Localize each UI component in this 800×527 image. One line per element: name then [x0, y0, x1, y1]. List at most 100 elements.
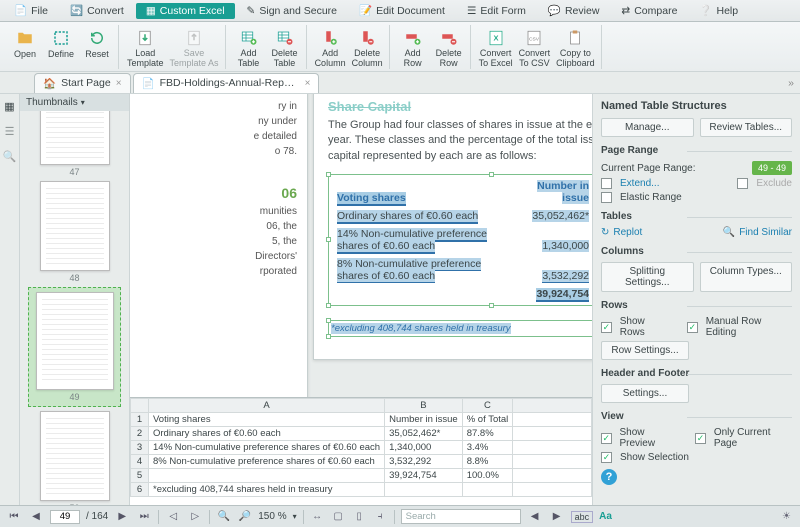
- thumbnails-tab-icon[interactable]: ▦: [4, 100, 14, 113]
- single-page-icon[interactable]: ▯: [352, 509, 367, 524]
- delete-column-icon: [356, 27, 378, 48]
- tab-start-page[interactable]: 🏠 Start Page ×: [34, 73, 131, 93]
- row-settings-button[interactable]: Row Settings...: [601, 341, 689, 360]
- help-button[interactable]: ?: [601, 469, 617, 485]
- nav-fwd-icon[interactable]: ▷: [187, 510, 203, 524]
- nav-prev-icon[interactable]: ◀: [28, 510, 44, 524]
- ribbon-delete-table[interactable]: Delete Table: [268, 25, 302, 69]
- menu-convert[interactable]: 🔄Convert: [60, 2, 134, 19]
- ribbon-open[interactable]: Open: [8, 25, 42, 69]
- match-case-toggle[interactable]: Aa: [599, 511, 612, 522]
- menu-compare[interactable]: ⇄Compare: [611, 3, 687, 19]
- menu-file[interactable]: 📄File: [4, 2, 58, 19]
- thumbnail-49[interactable]: 49: [28, 287, 121, 407]
- page-input[interactable]: [50, 510, 80, 524]
- clipboard-icon: [564, 27, 586, 48]
- sheet-col-c[interactable]: C: [462, 399, 513, 413]
- thumbnail-47[interactable]: 47: [32, 111, 117, 177]
- table-selection-footnote[interactable]: *excluding 408,744 shares held in treasu…: [328, 320, 592, 337]
- menu-custom-excel[interactable]: ▦Custom Excel: [136, 3, 235, 19]
- home-icon: 🏠: [43, 77, 56, 90]
- review-icon: 💬: [548, 4, 561, 17]
- ribbon-delete-row[interactable]: Delete Row: [432, 25, 466, 69]
- fit-page-icon[interactable]: ▢: [331, 509, 346, 524]
- continuous-icon[interactable]: ⫞: [373, 509, 388, 524]
- checkbox-manual-row[interactable]: ✓: [687, 322, 698, 333]
- delete-table-icon: [274, 27, 296, 48]
- add-column-icon: [319, 27, 341, 48]
- search-next-icon[interactable]: ▶: [549, 510, 565, 524]
- section-tables: Tables: [601, 211, 792, 222]
- table-selection-main[interactable]: Voting shares Number in issue % of Total…: [328, 174, 592, 306]
- fit-width-icon[interactable]: ↔: [310, 509, 325, 524]
- search-prev-icon[interactable]: ◀: [527, 510, 543, 524]
- link-find-similar[interactable]: 🔍 Find Similar: [723, 227, 792, 238]
- nav-first-icon[interactable]: ⏮: [6, 510, 22, 524]
- sheet-corner[interactable]: [131, 399, 149, 413]
- checkbox-exclude[interactable]: [737, 178, 748, 189]
- checkbox-show-selection[interactable]: ✓: [601, 452, 612, 463]
- checkbox-elastic[interactable]: [601, 192, 612, 203]
- column-types-button[interactable]: Column Types...: [700, 262, 793, 292]
- close-icon[interactable]: ×: [116, 78, 122, 89]
- splitting-settings-button[interactable]: Splitting Settings...: [601, 262, 694, 292]
- ribbon-convert-csv[interactable]: CSVConvert To CSV: [517, 25, 553, 69]
- search-tab-icon[interactable]: 🔍: [3, 150, 17, 163]
- menu-review[interactable]: 💬Review: [538, 2, 610, 19]
- ribbon-define[interactable]: Define: [44, 25, 78, 69]
- sheet-col-empty[interactable]: [513, 399, 592, 413]
- thumbnail-48[interactable]: 48: [32, 181, 117, 283]
- checkbox-extend[interactable]: [601, 178, 612, 189]
- ribbon-reset[interactable]: Reset: [80, 25, 114, 69]
- close-icon[interactable]: ×: [305, 78, 311, 89]
- zoom-out-icon[interactable]: 🔍: [216, 509, 231, 524]
- search-input[interactable]: Search: [401, 509, 521, 524]
- zoom-in-icon[interactable]: 🔎: [237, 509, 252, 524]
- theme-toggle-icon[interactable]: ☀: [779, 509, 794, 524]
- ribbon-add-column[interactable]: Add Column: [313, 25, 348, 69]
- add-row-icon: [402, 27, 424, 48]
- document-tabs: 🏠 Start Page × 📄 FBD-Holdings-Annual-Rep…: [0, 72, 800, 94]
- link-extend[interactable]: Extend...: [620, 178, 659, 189]
- panel-title: Named Table Structures: [601, 100, 792, 112]
- nav-last-icon[interactable]: ⏭: [136, 510, 152, 524]
- thumbnail-50[interactable]: 50: [32, 411, 117, 505]
- manage-button[interactable]: Manage...: [601, 118, 694, 137]
- document-viewport[interactable]: ry in ny under e detailed o 78. 06 munit…: [130, 94, 592, 397]
- review-tables-button[interactable]: Review Tables...: [700, 118, 793, 137]
- link-replot[interactable]: ↻ Replot: [601, 227, 642, 238]
- ribbon-delete-column[interactable]: Delete Column: [350, 25, 385, 69]
- file-icon: 📄: [14, 4, 27, 17]
- zoom-label: 150 %: [258, 511, 286, 522]
- match-word-toggle[interactable]: abc: [571, 511, 594, 523]
- checkbox-show-preview[interactable]: ✓: [601, 433, 612, 444]
- sheet-col-a[interactable]: A: [149, 399, 385, 413]
- ribbon-add-table[interactable]: Add Table: [232, 25, 266, 69]
- right-panel: Named Table Structures Manage... Review …: [592, 94, 800, 505]
- ribbon-copy-clipboard[interactable]: Copy to Clipboard: [554, 25, 597, 69]
- reset-icon: [86, 27, 108, 49]
- chevron-right-icon[interactable]: »: [782, 77, 800, 89]
- zoom-dropdown-icon[interactable]: ▾: [293, 512, 297, 521]
- spreadsheet-preview[interactable]: A B C 1Voting sharesNumber in issue% of …: [130, 397, 592, 505]
- ribbon-add-row[interactable]: Add Row: [396, 25, 430, 69]
- thumbnails-header[interactable]: Thumbnails▾: [20, 94, 129, 111]
- checkbox-show-rows[interactable]: ✓: [601, 322, 612, 333]
- tab-document[interactable]: 📄 FBD-Holdings-Annual-Report-un... ×: [133, 73, 320, 93]
- menu-edit-document[interactable]: 📝Edit Document: [349, 2, 455, 19]
- to-excel-icon: X: [485, 27, 507, 48]
- menu-edit-form[interactable]: ☰Edit Form: [457, 3, 536, 19]
- table-row: 8% Non-cumulative preference shares of €…: [331, 255, 592, 285]
- nav-next-icon[interactable]: ▶: [114, 510, 130, 524]
- menu-help[interactable]: ❔Help: [689, 2, 748, 19]
- bookmarks-tab-icon[interactable]: ☰: [5, 125, 15, 138]
- ribbon-load-template[interactable]: Load Template: [125, 25, 166, 69]
- menu-sign-secure[interactable]: ✎Sign and Secure: [237, 3, 347, 19]
- ribbon-save-template[interactable]: Save Template As: [168, 25, 221, 69]
- sheet-col-b[interactable]: B: [385, 399, 463, 413]
- nav-back-icon[interactable]: ◁: [165, 510, 181, 524]
- compare-icon: ⇄: [621, 5, 630, 17]
- hf-settings-button[interactable]: Settings...: [601, 384, 689, 403]
- ribbon-convert-excel[interactable]: XConvert To Excel: [477, 25, 515, 69]
- checkbox-only-current[interactable]: ✓: [695, 433, 706, 444]
